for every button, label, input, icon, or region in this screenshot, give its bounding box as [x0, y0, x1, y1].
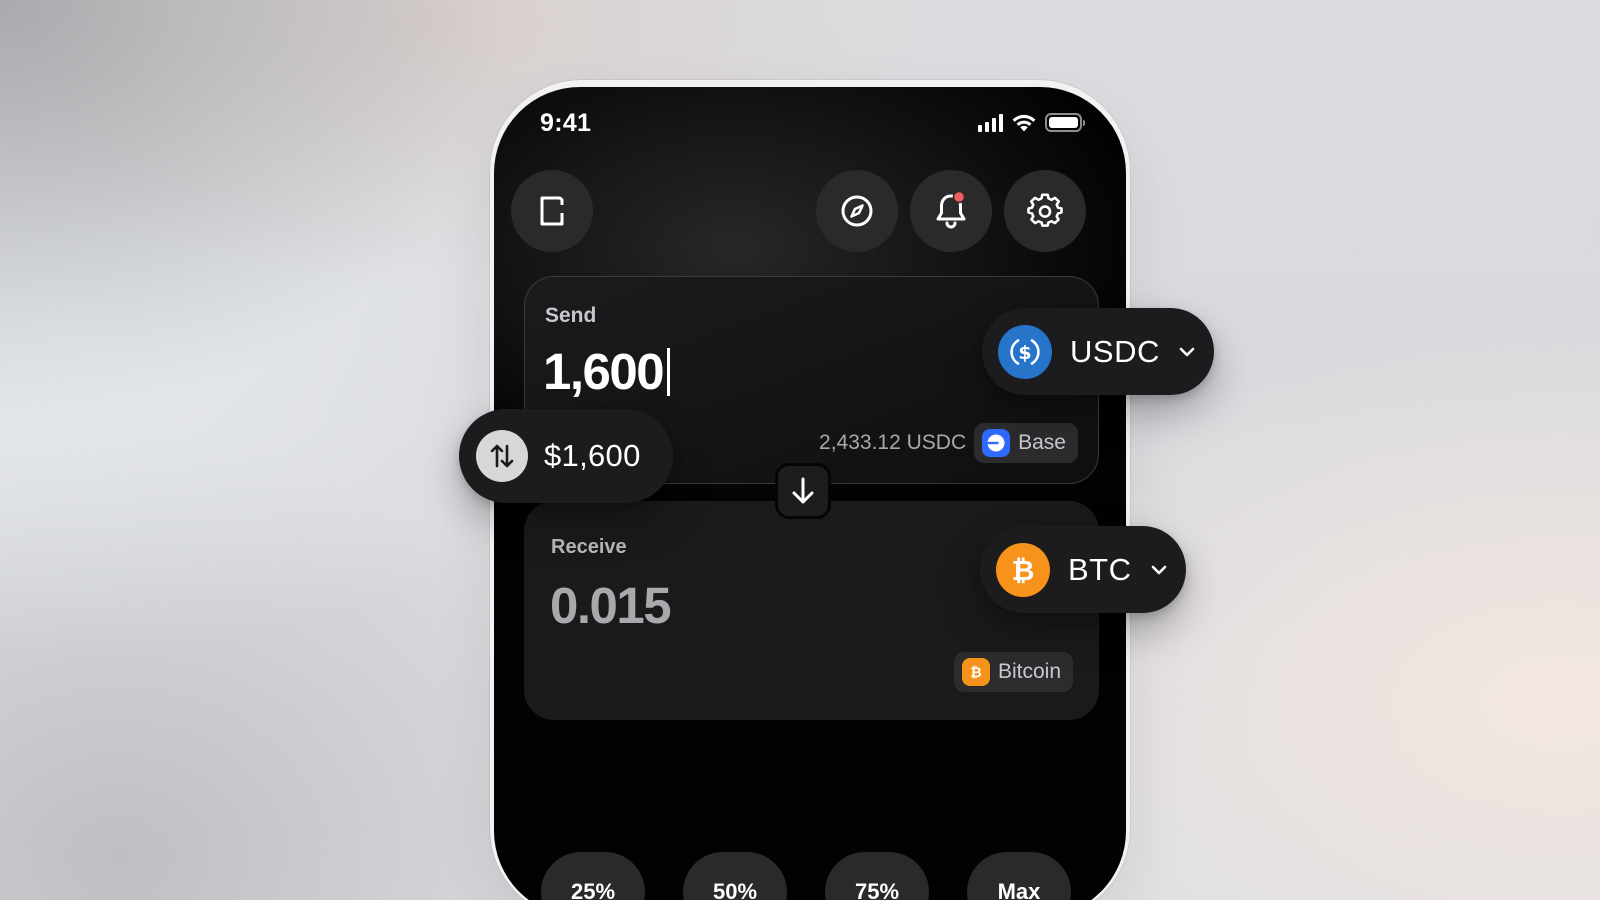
receive-network-label: Bitcoin — [997, 660, 1061, 683]
gear-icon — [1027, 193, 1063, 227]
quick-amount-max-button[interactable]: Max — [967, 852, 1071, 900]
send-amount-value: 1,600 — [543, 343, 665, 400]
wallet-button[interactable] — [511, 170, 593, 252]
send-token-name: USDC — [1070, 333, 1160, 369]
receive-amount: 0.015 — [550, 577, 672, 634]
bitcoin-network-icon: ₿ — [961, 658, 990, 686]
send-token-selector[interactable]: $ USDC — [982, 308, 1214, 395]
send-network-chip[interactable]: Base — [974, 423, 1078, 463]
notifications-button[interactable] — [910, 170, 992, 252]
status-time: 9:41 — [540, 109, 592, 137]
quick-amount-50-button[interactable]: 50% — [683, 852, 787, 900]
fiat-value: $1,600 — [544, 438, 641, 473]
settings-button[interactable] — [1004, 170, 1086, 252]
btc-token-icon: ₿ — [996, 542, 1050, 597]
send-balance: 2,433.12 USDC — [819, 431, 967, 454]
svg-text:$: $ — [1018, 342, 1031, 364]
receive-label: Receive — [551, 536, 627, 558]
receive-network-chip[interactable]: ₿ Bitcoin — [953, 652, 1073, 692]
wifi-icon — [1012, 114, 1036, 132]
explore-button[interactable] — [816, 170, 898, 252]
status-icons — [978, 113, 1085, 132]
svg-text:₿: ₿ — [970, 665, 981, 681]
compass-icon — [841, 195, 873, 227]
swap-direction-button[interactable] — [775, 463, 831, 519]
send-label: Send — [545, 304, 597, 327]
base-network-icon — [982, 429, 1011, 457]
receive-token-selector[interactable]: ₿ BTC — [980, 526, 1186, 613]
chevron-down-icon — [1151, 565, 1166, 574]
quick-amount-75-button[interactable]: 75% — [825, 852, 929, 900]
arrow-down-icon — [792, 477, 814, 504]
send-balance-row: 2,433.12 USDC Base — [819, 423, 1078, 463]
send-network-label: Base — [1018, 431, 1066, 454]
wallet-icon — [540, 196, 565, 226]
bell-icon — [936, 191, 966, 229]
send-amount-input[interactable]: 1,600 — [543, 342, 671, 401]
svg-text:₿: ₿ — [1012, 554, 1035, 587]
swap-vertical-icon — [476, 430, 528, 482]
fiat-toggle-pill[interactable]: $1,600 — [459, 409, 673, 503]
text-caret — [667, 347, 671, 396]
notification-dot — [952, 191, 966, 204]
receive-token-name: BTC — [1068, 551, 1132, 587]
usdc-token-icon: $ — [998, 324, 1052, 379]
battery-icon — [1045, 113, 1085, 132]
quick-amount-25-button[interactable]: 25% — [541, 852, 645, 900]
cellular-signal-icon — [978, 113, 1003, 132]
chevron-down-icon — [1179, 347, 1195, 356]
